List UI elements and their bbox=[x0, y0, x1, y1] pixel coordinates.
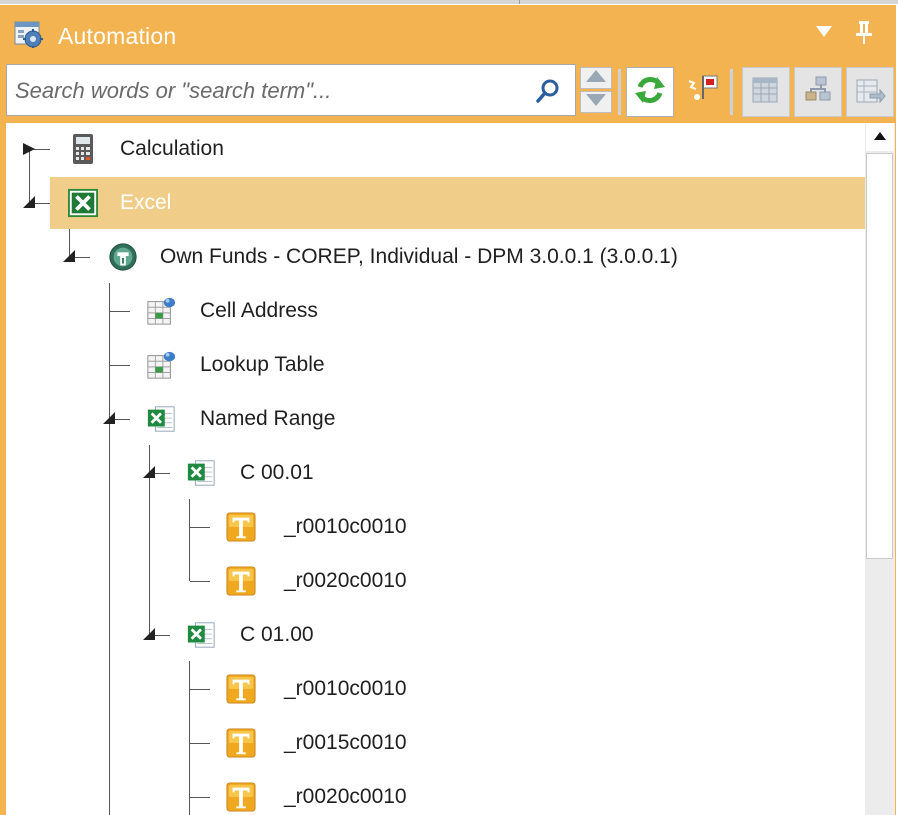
panel-title: Automation bbox=[58, 23, 177, 49]
refresh-icon bbox=[633, 73, 667, 112]
tree-scrollbar[interactable] bbox=[865, 123, 895, 815]
tree-node-range-item[interactable]: _r0010c0010 bbox=[210, 501, 865, 553]
tree-node-label: Lookup Table bbox=[200, 353, 325, 376]
toolbar-separator bbox=[730, 69, 733, 115]
tree-node-c-00-01[interactable]: C 00.01 bbox=[170, 447, 865, 499]
excel-sheet-icon bbox=[146, 403, 176, 435]
top-border-tick bbox=[519, 0, 520, 4]
text-t-icon bbox=[226, 565, 256, 597]
tree-node-label: Excel bbox=[120, 191, 172, 214]
tree-node-label: Cell Address bbox=[200, 299, 318, 322]
tree-node-range-item[interactable]: _r0020c0010 bbox=[210, 771, 865, 815]
tree-connector-line bbox=[189, 499, 190, 581]
tree-icon bbox=[802, 74, 834, 111]
tree-node-label: Own Funds - COREP, Individual - DPM 3.0.… bbox=[160, 245, 678, 268]
scroll-thumb[interactable] bbox=[866, 153, 893, 559]
tree-node-label: _r0010c0010 bbox=[284, 677, 407, 700]
tree-node-range-item[interactable]: _r0010c0010 bbox=[210, 663, 865, 715]
tree-connector-line bbox=[110, 311, 130, 312]
tree-node-label: _r0015c0010 bbox=[284, 731, 407, 754]
search-previous-button[interactable] bbox=[580, 67, 612, 89]
top-border bbox=[0, 0, 898, 4]
tree-node-label: _r0020c0010 bbox=[284, 785, 407, 808]
refresh-button[interactable] bbox=[626, 67, 674, 117]
tree-node-label: Calculation bbox=[120, 137, 224, 160]
expand-arrow-icon[interactable] bbox=[22, 142, 36, 161]
tree-node-named-range[interactable]: Named Range bbox=[130, 393, 865, 445]
module-icon bbox=[108, 241, 138, 273]
panel-pin-button[interactable] bbox=[850, 19, 878, 49]
tree-connector-line bbox=[189, 661, 190, 815]
tree-node-label: _r0010c0010 bbox=[284, 515, 407, 538]
excel-sheet-icon bbox=[186, 457, 216, 489]
triangle-down-icon bbox=[816, 25, 832, 43]
table-cell-icon bbox=[146, 349, 176, 381]
collapse-arrow-icon[interactable] bbox=[62, 249, 76, 268]
export-button[interactable] bbox=[846, 67, 894, 117]
panel-title-bar: Automation bbox=[2, 5, 896, 65]
tree-node-own-funds[interactable]: Own Funds - COREP, Individual - DPM 3.0.… bbox=[90, 231, 865, 283]
excel-icon bbox=[68, 187, 98, 219]
text-t-icon bbox=[226, 673, 256, 705]
tree-connector-line bbox=[190, 797, 210, 798]
search-box bbox=[6, 64, 576, 116]
tree-node-label: Named Range bbox=[200, 407, 336, 430]
automation-gear-icon bbox=[14, 20, 44, 49]
grid-icon bbox=[750, 74, 782, 111]
arrow-up-icon bbox=[873, 128, 887, 146]
arrow-down-icon bbox=[585, 93, 607, 112]
calculator-icon bbox=[68, 133, 98, 165]
tree-node-c-01-00[interactable]: C 01.00 bbox=[170, 609, 865, 661]
arrow-up-icon bbox=[585, 69, 607, 88]
panel-menu-button[interactable] bbox=[810, 19, 838, 49]
tree-node-cell-address[interactable]: Cell Address bbox=[130, 285, 865, 337]
tree-button[interactable] bbox=[794, 67, 842, 117]
scroll-up-button[interactable] bbox=[866, 123, 894, 151]
tree-node-label: C 00.01 bbox=[240, 461, 314, 484]
tree-node-excel[interactable]: Excel bbox=[50, 177, 865, 229]
search-navigation bbox=[578, 67, 614, 117]
excel-sheet-icon bbox=[186, 619, 216, 651]
search-next-button[interactable] bbox=[580, 91, 612, 113]
tree-node-label: C 01.00 bbox=[240, 623, 314, 646]
flag-icon bbox=[685, 73, 719, 112]
export-icon bbox=[854, 74, 886, 111]
collapse-arrow-icon[interactable] bbox=[142, 627, 156, 646]
collapse-arrow-icon[interactable] bbox=[102, 411, 116, 430]
tree-node-label: _r0020c0010 bbox=[284, 569, 407, 592]
tree-connector-line bbox=[190, 689, 210, 690]
search-input[interactable] bbox=[13, 73, 527, 109]
search-toolbar bbox=[6, 64, 894, 118]
tree-node-lookup-table[interactable]: Lookup Table bbox=[130, 339, 865, 391]
text-t-icon bbox=[226, 781, 256, 813]
search-icon[interactable] bbox=[535, 78, 561, 104]
automation-tree: Calculation Excel Own Funds - COREP, Ind… bbox=[6, 123, 865, 815]
collapse-arrow-icon[interactable] bbox=[22, 195, 36, 214]
tree-connector-line bbox=[190, 527, 210, 528]
automation-panel: Automation Search words or "search term"… bbox=[0, 5, 896, 815]
pin-icon bbox=[854, 20, 874, 49]
text-t-icon bbox=[226, 727, 256, 759]
grid-button[interactable] bbox=[742, 67, 790, 117]
tree-connector-line bbox=[190, 743, 210, 744]
tree-node-range-item[interactable]: _r0020c0010 bbox=[210, 555, 865, 607]
tree-node-calculation[interactable]: Calculation bbox=[50, 123, 865, 175]
toolbar-separator bbox=[618, 69, 621, 115]
table-cell-icon bbox=[146, 295, 176, 327]
tree-connector-line bbox=[110, 365, 130, 366]
tree-node-range-item[interactable]: _r0015c0010 bbox=[210, 717, 865, 769]
collapse-arrow-icon[interactable] bbox=[142, 465, 156, 484]
text-t-icon bbox=[226, 511, 256, 543]
flag-button[interactable] bbox=[678, 67, 726, 117]
tree-connector-line bbox=[190, 581, 210, 582]
tree-connector-line bbox=[109, 283, 110, 815]
